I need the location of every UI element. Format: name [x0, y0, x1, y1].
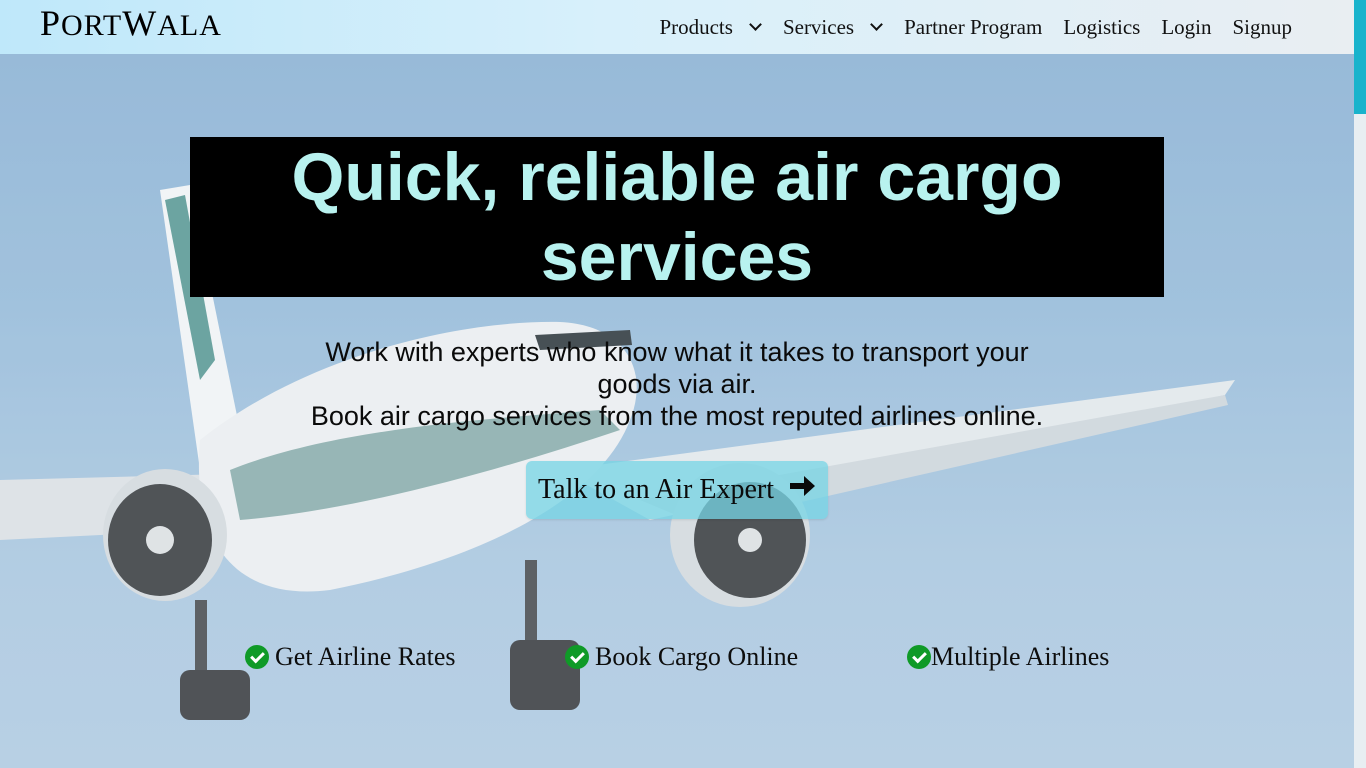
hero-subtext: Work with experts who know what it takes… — [290, 336, 1064, 432]
nav-services-label: Services — [782, 14, 855, 39]
feature-book-cargo-online: Book Cargo Online — [565, 642, 798, 672]
main-nav: Products Services Partner Program Logist… — [638, 0, 1292, 54]
logo-text-ort: ORT — [61, 9, 123, 42]
check-circle-icon — [907, 645, 931, 669]
scrollbar-thumb[interactable] — [1354, 0, 1366, 114]
nav-logistics[interactable]: Logistics — [1063, 15, 1140, 40]
hero-subtext-line-1: Work with experts who know what it takes… — [325, 337, 1029, 399]
nav-login[interactable]: Login — [1161, 15, 1211, 40]
logo-letter-p: P — [40, 3, 62, 43]
nav-services[interactable]: Services — [783, 15, 883, 40]
logo-letter-w: W — [122, 3, 158, 43]
feature-get-airline-rates: Get Airline Rates — [245, 642, 456, 672]
nav-partner-program[interactable]: Partner Program — [904, 15, 1042, 40]
talk-to-expert-button[interactable]: Talk to an Air Expert — [526, 461, 828, 519]
feature-label: Get Airline Rates — [275, 642, 456, 671]
check-circle-icon — [565, 645, 589, 669]
top-navbar: PORTWALA Products Services Partner Progr… — [0, 0, 1354, 54]
portwala-logo[interactable]: PORTWALA — [40, 2, 222, 44]
arrow-right-icon — [788, 473, 816, 507]
cta-label: Talk to an Air Expert — [538, 474, 774, 505]
page-scrollbar[interactable] — [1354, 0, 1366, 768]
feature-label: Book Cargo Online — [595, 642, 799, 671]
feature-label: Multiple Airlines — [931, 642, 1110, 671]
feature-multiple-airlines: Multiple Airlines — [907, 642, 1109, 672]
chevron-down-icon — [870, 17, 883, 31]
hero-headline-box: Quick, reliable air cargo services — [190, 137, 1164, 297]
nav-signup[interactable]: Signup — [1232, 15, 1292, 40]
nav-products-label: Products — [659, 14, 733, 39]
hero-headline: Quick, reliable air cargo services — [291, 139, 1063, 295]
check-circle-icon — [245, 645, 269, 669]
logo-text-ala: ALA — [157, 9, 222, 42]
chevron-down-icon — [749, 17, 762, 31]
nav-products[interactable]: Products — [659, 15, 762, 40]
hero-subtext-line-2: Book air cargo services from the most re… — [310, 401, 1044, 431]
